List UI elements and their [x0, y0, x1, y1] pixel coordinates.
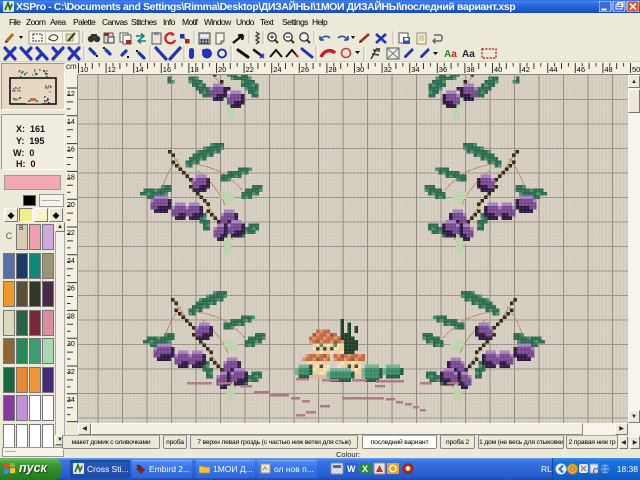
svg-text:30: 30: [356, 65, 364, 74]
svg-text:26: 26: [67, 286, 75, 293]
svg-text:Aa: Aa: [444, 49, 457, 60]
svg-text:X: X: [362, 464, 368, 474]
svg-text:48: 48: [604, 65, 612, 74]
svg-text:28: 28: [328, 65, 336, 74]
svg-text:22: 22: [67, 230, 75, 237]
svg-text:36: 36: [439, 65, 447, 74]
svg-text:26: 26: [301, 65, 309, 74]
svg-text:22: 22: [246, 65, 254, 74]
svg-text:28: 28: [67, 313, 75, 320]
svg-text:12: 12: [67, 91, 75, 98]
svg-text:44: 44: [549, 65, 557, 74]
svg-text:32: 32: [384, 65, 392, 74]
svg-text:14: 14: [135, 65, 143, 74]
svg-text:20: 20: [67, 202, 75, 209]
svg-text:34: 34: [411, 65, 419, 74]
svg-text:20: 20: [218, 65, 226, 74]
svg-text:40: 40: [494, 65, 502, 74]
svg-text:16: 16: [163, 65, 171, 74]
svg-text:38: 38: [466, 65, 474, 74]
svg-text:50: 50: [632, 65, 640, 74]
svg-text:34: 34: [67, 397, 75, 404]
svg-text:30: 30: [67, 341, 75, 348]
svg-text:24: 24: [67, 258, 75, 265]
svg-text:14: 14: [67, 119, 75, 126]
svg-text:W: W: [347, 464, 356, 474]
svg-text:12: 12: [108, 65, 116, 74]
svg-text:Aa: Aa: [462, 49, 475, 60]
svg-text:42: 42: [522, 65, 530, 74]
svg-text:16: 16: [67, 147, 75, 154]
svg-text:46: 46: [577, 65, 585, 74]
svg-text:18: 18: [190, 65, 198, 74]
svg-text:18: 18: [67, 174, 75, 181]
svg-text:32: 32: [67, 369, 75, 376]
svg-text:24: 24: [273, 65, 281, 74]
svg-text:10: 10: [80, 65, 88, 74]
